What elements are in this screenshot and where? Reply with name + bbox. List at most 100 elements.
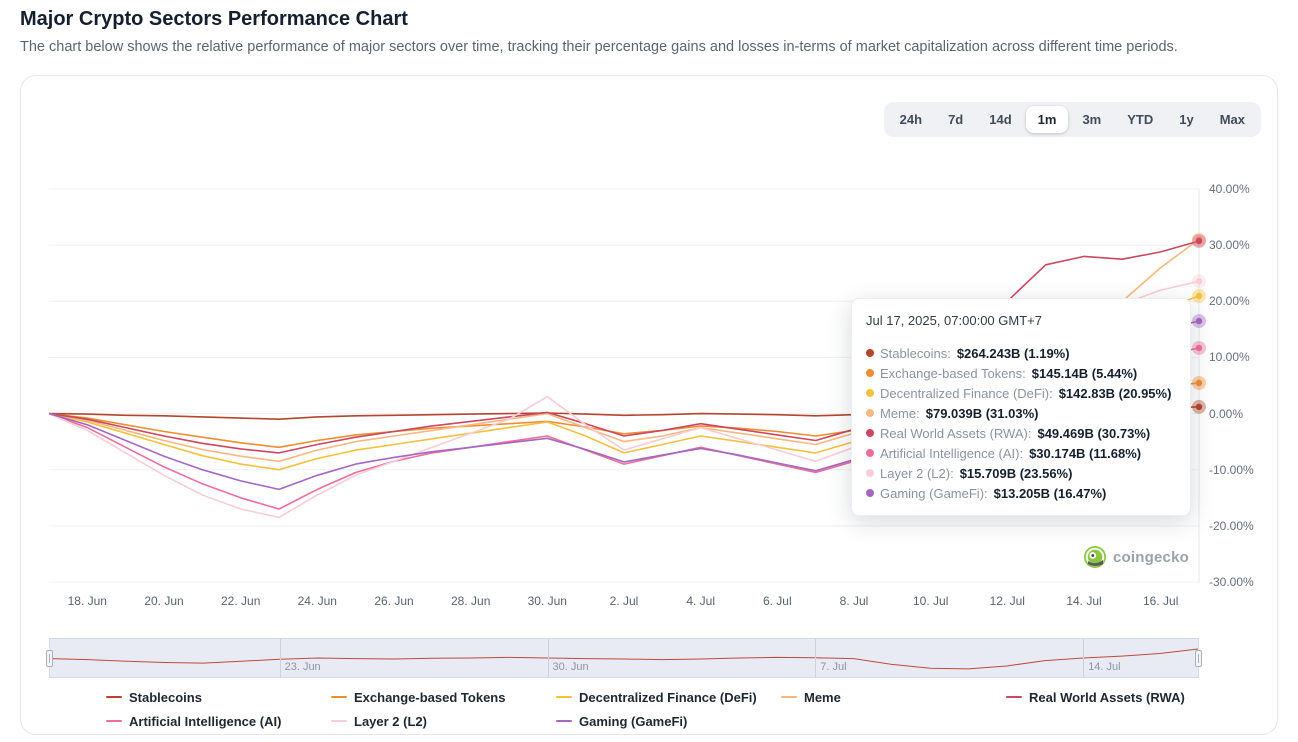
tooltip-series-label: Stablecoins: [880, 346, 951, 361]
series-color-dot-icon [866, 449, 874, 457]
x-axis-label: 22. Jun [221, 594, 260, 608]
legend-line-swatch-icon [331, 696, 347, 698]
tooltip-series-label: Artificial Intelligence (AI): [880, 446, 1023, 461]
legend-line-swatch-icon [556, 720, 572, 722]
x-axis-label: 20. Jun [144, 594, 183, 608]
series-color-dot-icon [866, 389, 874, 397]
tooltip-series-value: $13.205B (16.47%) [994, 486, 1107, 501]
y-axis-labels: 40.00%30.00%20.00%10.00%0.00%-10.00%-20.… [1209, 189, 1275, 582]
y-axis-label: 40.00% [1209, 182, 1250, 196]
tooltip-series-value: $15.709B (23.56%) [960, 466, 1073, 481]
legend-label: Meme [804, 690, 841, 705]
page-subtitle: The chart below shows the relative perfo… [20, 39, 1278, 55]
y-axis-label: 0.00% [1209, 407, 1243, 421]
tooltip-series-value: $49.469B (30.73%) [1037, 426, 1150, 441]
tooltip-series-value: $142.83B (20.95%) [1059, 386, 1172, 401]
series-color-dot-icon [866, 369, 874, 377]
x-axis-labels: 18. Jun 20. Jun 22. Jun 24. Jun 26. Jun 28. J… [49, 594, 1199, 610]
legend-line-swatch-icon [1006, 696, 1022, 698]
navigator-left-handle[interactable] [46, 650, 53, 667]
legend-item-stablecoins[interactable]: Stablecoins [106, 688, 331, 706]
x-axis-label: 2. Jul [610, 594, 639, 608]
navigator-date-label: 23. Jun [285, 661, 321, 673]
navigator-gridline [815, 639, 816, 677]
coingecko-logo-icon [1084, 546, 1106, 568]
y-axis-label: -20.00% [1209, 519, 1254, 533]
x-axis-label: 6. Jul [763, 594, 792, 608]
range-option-max[interactable]: Max [1208, 106, 1257, 133]
x-axis-label: 28. Jun [451, 594, 490, 608]
series-color-dot-icon [866, 469, 874, 477]
chart-legend: Stablecoins Exchange-based Tokens Decentra… [106, 688, 1246, 730]
legend-line-swatch-icon [106, 696, 122, 698]
tooltip-series-label: Real World Assets (RWA): [880, 426, 1031, 441]
coingecko-watermark: coingecko [1084, 546, 1189, 568]
page-header: Major Crypto Sectors Performance Chart T… [0, 0, 1298, 55]
range-option-24h[interactable]: 24h [888, 106, 934, 133]
legend-item-decentralized-finance-defi[interactable]: Decentralized Finance (DeFi) [556, 688, 781, 706]
tooltip-series-label: Gaming (GameFi): [880, 486, 988, 501]
x-axis-label: 10. Jul [913, 594, 948, 608]
range-option-1m[interactable]: 1m [1026, 106, 1069, 133]
range-option-ytd[interactable]: YTD [1115, 106, 1165, 133]
x-axis-label: 26. Jun [374, 594, 413, 608]
tooltip-series-label: Layer 2 (L2): [880, 466, 954, 481]
y-axis-label: 20.00% [1209, 294, 1250, 308]
x-axis-label: 24. Jun [298, 594, 337, 608]
x-axis-label: 8. Jul [840, 594, 869, 608]
tooltip-row: Real World Assets (RWA): $49.469B (30.73%… [866, 423, 1176, 443]
legend-label: Real World Assets (RWA) [1029, 690, 1185, 705]
legend-item-exchange-based-tokens[interactable]: Exchange-based Tokens [331, 688, 556, 706]
tooltip-row: Meme: $79.039B (31.03%) [866, 403, 1176, 423]
legend-item-meme[interactable]: Meme [781, 688, 1006, 706]
tooltip-row: Gaming (GameFi): $13.205B (16.47%) [866, 483, 1176, 503]
x-axis-label: 18. Jun [68, 594, 107, 608]
chart-tooltip: Jul 17, 2025, 07:00:00 GMT+7 Stablecoins… [851, 298, 1191, 516]
legend-item-real-world-assets-rwa[interactable]: Real World Assets (RWA) [1006, 688, 1231, 706]
range-option-1y[interactable]: 1y [1167, 106, 1205, 133]
navigator-date-label: 14. Jul [1088, 661, 1120, 673]
tooltip-series-label: Exchange-based Tokens: [880, 366, 1026, 381]
legend-line-swatch-icon [556, 696, 572, 698]
page: Major Crypto Sectors Performance Chart T… [0, 0, 1298, 742]
tooltip-series-label: Meme: [880, 406, 920, 421]
legend-item-layer-2-l2[interactable]: Layer 2 (L2) [331, 712, 556, 730]
range-option-3m[interactable]: 3m [1070, 106, 1113, 133]
y-axis-label: 10.00% [1209, 350, 1250, 364]
legend-label: Artificial Intelligence (AI) [129, 714, 281, 729]
y-axis-label: -30.00% [1209, 575, 1254, 589]
range-option-7d[interactable]: 7d [936, 106, 975, 133]
legend-item-gaming-gamefi[interactable]: Gaming (GameFi) [556, 712, 781, 730]
x-axis-label: 4. Jul [686, 594, 715, 608]
navigator-date-label: 30. Jun [553, 661, 589, 673]
tooltip-header: Jul 17, 2025, 07:00:00 GMT+7 [866, 313, 1176, 328]
x-axis-label: 14. Jul [1066, 594, 1101, 608]
x-axis-label: 12. Jul [990, 594, 1025, 608]
tooltip-series-value: $79.039B (31.03%) [926, 406, 1039, 421]
tooltip-series-value: $145.14B (5.44%) [1032, 366, 1138, 381]
legend-label: Stablecoins [129, 690, 202, 705]
series-color-dot-icon [866, 349, 874, 357]
tooltip-row: Layer 2 (L2): $15.709B (23.56%) [866, 463, 1176, 483]
navigator-right-handle[interactable] [1195, 650, 1202, 667]
series-color-dot-icon [866, 489, 874, 497]
chart-navigator[interactable]: 23. Jun30. Jun7. Jul14. Jul [49, 638, 1199, 678]
tooltip-row: Exchange-based Tokens: $145.14B (5.44%) [866, 363, 1176, 383]
series-color-dot-icon [866, 429, 874, 437]
tooltip-series-value: $264.243B (1.19%) [957, 346, 1070, 361]
series-color-dot-icon [866, 409, 874, 417]
navigator-gridline [1083, 639, 1084, 677]
tooltip-row: Artificial Intelligence (AI): $30.174B (1… [866, 443, 1176, 463]
tooltip-row: Stablecoins: $264.243B (1.19%) [866, 343, 1176, 363]
tooltip-row: Decentralized Finance (DeFi):$142.83B (2… [866, 383, 1176, 403]
tooltip-series-value: $30.174B (11.68%) [1029, 446, 1141, 461]
range-option-14d[interactable]: 14d [977, 106, 1023, 133]
range-selector: 24h7d14d1m3mYTD1yMax [884, 102, 1261, 137]
legend-line-swatch-icon [331, 720, 347, 722]
navigator-gridline [280, 639, 281, 677]
legend-label: Decentralized Finance (DeFi) [579, 690, 757, 705]
y-axis-label: 30.00% [1209, 238, 1250, 252]
legend-label: Exchange-based Tokens [354, 690, 505, 705]
legend-label: Gaming (GameFi) [579, 714, 687, 729]
legend-item-artificial-intelligence-ai[interactable]: Artificial Intelligence (AI) [106, 712, 331, 730]
